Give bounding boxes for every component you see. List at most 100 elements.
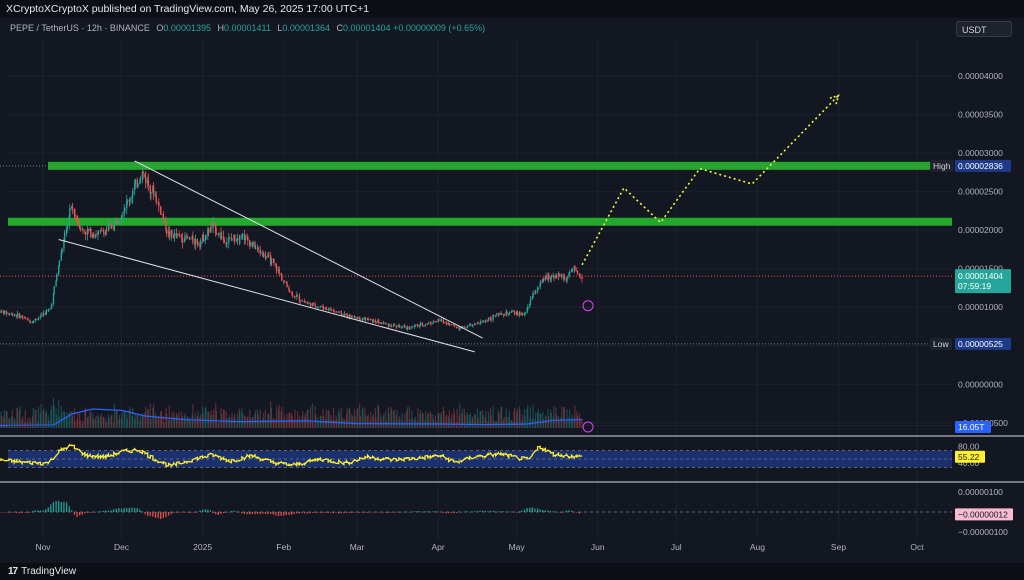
macd-histogram-bar: [372, 512, 374, 513]
candle-body: [160, 214, 163, 215]
macd-histogram-bar: [471, 511, 473, 513]
candle-body: [192, 236, 194, 243]
brand-name: TradingView: [21, 566, 77, 577]
candle-body: [358, 316, 361, 320]
rsi-tick-label: 80.00: [958, 441, 980, 451]
macd-histogram-bar: [254, 512, 256, 515]
macd-histogram-bar: [29, 512, 31, 513]
macd-histogram-bar: [382, 512, 384, 513]
alert-icon[interactable]: [582, 300, 594, 433]
macd-histogram-bar: [65, 503, 68, 512]
macd-histogram-bar: [413, 511, 416, 512]
candle-body: [385, 323, 388, 325]
candle-body: [330, 309, 333, 311]
volume-bar: [443, 410, 445, 428]
candle-body: [244, 235, 246, 241]
candle-body: [568, 272, 571, 274]
macd-histogram-bar: [76, 512, 78, 517]
y-tick-label: 0.00002000: [958, 225, 1003, 235]
candle-body: [186, 237, 189, 239]
macd-histogram-bar: [204, 509, 206, 512]
x-tick-label: Jul: [671, 542, 682, 552]
volume-bar: [576, 415, 579, 428]
candle-body: [404, 325, 406, 328]
macd-histogram-bar: [131, 507, 133, 512]
macd-histogram-bar: [421, 511, 424, 513]
volume-bar: [529, 407, 532, 428]
volume-bar: [514, 407, 516, 428]
macd-histogram-bar: [434, 512, 437, 513]
volume-bar: [537, 408, 539, 428]
candle-body: [50, 303, 53, 309]
volume-bar: [542, 418, 545, 428]
volume-bar: [302, 410, 304, 428]
candle-body: [411, 326, 414, 328]
candle-body: [8, 313, 11, 315]
candle-body: [171, 230, 173, 235]
macd-histogram-bar: [58, 501, 60, 512]
macd-histogram-bar: [0, 512, 2, 513]
macd-histogram-bar: [487, 511, 489, 513]
candle-body: [37, 317, 40, 320]
volume-bar: [129, 406, 131, 428]
volume-bar: [132, 407, 134, 428]
macd-histogram-bar: [160, 512, 162, 519]
volume-bar: [95, 416, 97, 428]
macd-histogram-bar: [322, 512, 324, 514]
candle-body: [377, 320, 380, 324]
volume-bar: [480, 410, 482, 428]
candle-body: [333, 311, 335, 312]
axes: 0.00004000 0.00003500 0.00003000 0.00002500…: [35, 71, 1008, 552]
volume-bar: [79, 420, 81, 428]
candle-body: [241, 234, 244, 236]
macd-tick-label: −0.00000100: [958, 527, 1008, 537]
candle-body: [417, 324, 419, 327]
macd-histogram-bar: [385, 512, 387, 513]
volume-bar: [333, 419, 335, 428]
volume-bar: [189, 420, 191, 428]
candle-body: [393, 324, 396, 326]
candle-body: [314, 303, 316, 307]
candle-body: [234, 234, 236, 241]
candle-body: [480, 321, 482, 323]
price-chart[interactable]: 0.00004000 0.00003500 0.00003000 0.00002500…: [0, 0, 1024, 580]
macd-histogram-bar: [437, 512, 439, 513]
macd-histogram-bar: [476, 511, 478, 512]
volume-bar: [396, 410, 398, 428]
macd-histogram-bar: [458, 511, 460, 512]
volume-bar: [294, 409, 296, 428]
candle-body: [298, 296, 301, 301]
volume-baseline: [8, 425, 952, 427]
candle-body: [370, 319, 372, 321]
volume-bar: [48, 420, 50, 428]
candle-body: [474, 323, 477, 325]
candle-body: [464, 327, 466, 329]
volume-bar: [160, 410, 163, 428]
countdown-text: 07:59:19: [958, 281, 991, 291]
macd-histogram-bar: [173, 512, 175, 513]
candle-body: [443, 322, 445, 323]
x-tick-label: Apr: [432, 542, 445, 552]
tradingview-logo[interactable]: 17 TradingView: [8, 566, 76, 577]
macd-histogram-bar: [560, 512, 562, 513]
macd-histogram-bar: [52, 501, 55, 512]
macd-histogram-bar: [13, 512, 15, 513]
volume-bar: [330, 419, 333, 428]
volume-bar: [155, 417, 157, 428]
macd-histogram-bar: [437, 511, 439, 512]
candle-body: [223, 239, 225, 243]
candle-body: [11, 313, 13, 316]
macd-histogram-bar: [170, 512, 172, 514]
volume-bar: [545, 416, 547, 428]
macd-histogram-bar: [526, 508, 528, 512]
candle-body: [550, 275, 553, 279]
candle-body: [514, 311, 516, 315]
candle-body: [396, 326, 398, 328]
candle-body: [56, 274, 58, 281]
candle-body: [398, 325, 401, 328]
resistance-zones: [0, 161, 954, 345]
candle-body: [249, 242, 252, 246]
macd-histogram-bar: [516, 512, 518, 513]
candle-body: [343, 313, 346, 316]
volume-bar: [281, 406, 283, 428]
